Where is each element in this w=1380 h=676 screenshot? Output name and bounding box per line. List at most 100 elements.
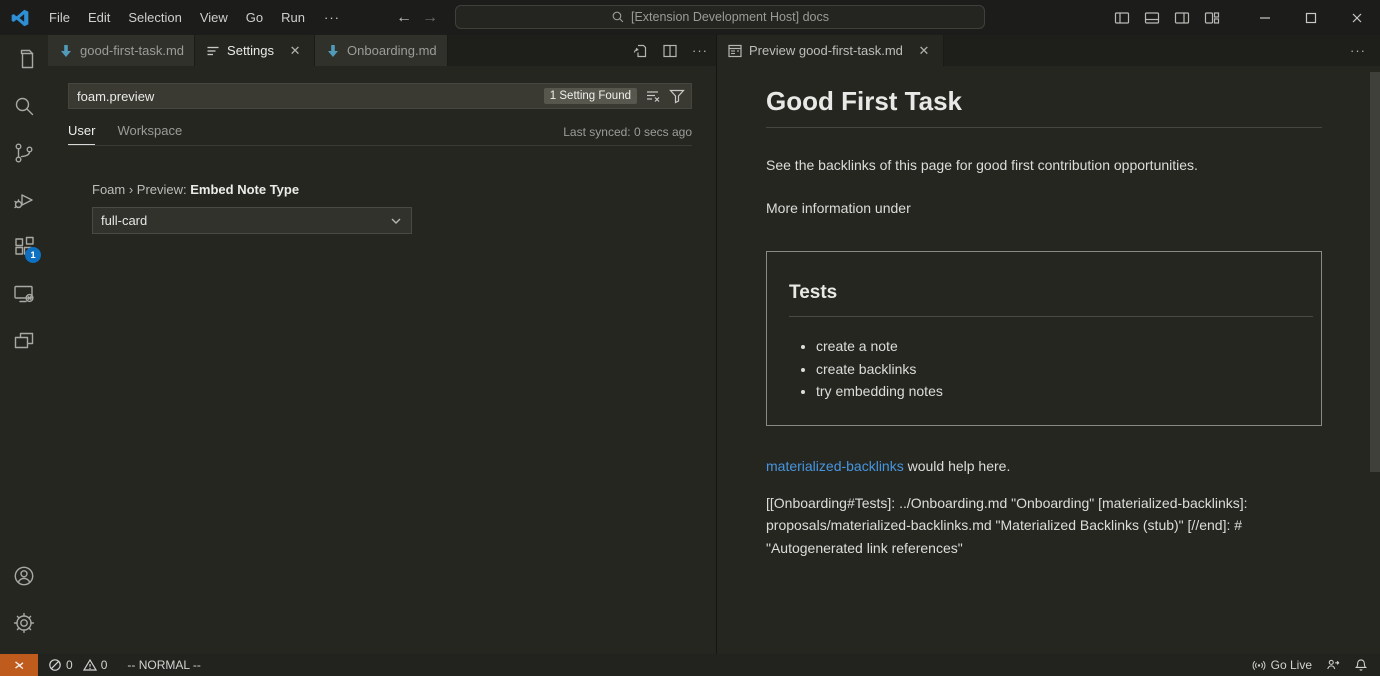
remote-indicator[interactable]: [0, 654, 38, 676]
editor-actions-right: ···: [1350, 35, 1366, 66]
tab-good-first-task[interactable]: good-first-task.md: [48, 35, 195, 66]
tab-strip-left: good-first-task.md Settings ✕ Onboarding…: [48, 35, 716, 66]
setting-item-embed-note-type: Foam › Preview: Embed Note Type full-car…: [68, 182, 716, 234]
tab-label: Settings: [227, 43, 274, 58]
manage-gear-icon[interactable]: [0, 599, 48, 646]
dropdown-value: full-card: [101, 213, 147, 228]
forward-arrow-icon[interactable]: →: [422, 9, 438, 27]
preview-heading: Good First Task: [766, 86, 1322, 128]
markdown-preview-icon: [727, 43, 743, 59]
search-icon: [611, 10, 625, 24]
editor-windows-icon[interactable]: [0, 317, 48, 364]
problems-warnings[interactable]: 0: [83, 658, 108, 672]
embed-note-type-dropdown[interactable]: full-card: [92, 207, 412, 234]
tab-preview-good-first-task[interactable]: Preview good-first-task.md ✕: [717, 35, 944, 66]
markdown-preview-pane[interactable]: Good First Task See the backlinks of thi…: [717, 66, 1380, 654]
menu-bar: File Edit Selection View Go Run ···: [40, 6, 350, 30]
feedback-person-icon: [1326, 658, 1340, 672]
menu-selection[interactable]: Selection: [119, 6, 190, 30]
history-navigation: ← →: [396, 0, 438, 35]
menu-go[interactable]: Go: [237, 6, 272, 30]
toggle-panel-icon[interactable]: [1144, 10, 1160, 26]
setting-title: Foam › Preview: Embed Note Type: [92, 182, 716, 197]
status-bar: 0 0 -- NORMAL -- Go Live: [0, 654, 1380, 676]
menu-edit[interactable]: Edit: [79, 6, 119, 30]
minimize-button[interactable]: [1242, 0, 1288, 35]
extensions-badge: 1: [25, 247, 41, 263]
settings-editor-icon: [205, 43, 221, 59]
extensions-icon[interactable]: 1: [0, 223, 48, 270]
explorer-icon[interactable]: [0, 35, 48, 82]
close-tab-icon[interactable]: ✕: [286, 42, 304, 60]
menu-overflow-button[interactable]: ···: [314, 10, 350, 25]
back-arrow-icon[interactable]: ←: [396, 9, 412, 27]
error-icon: [48, 658, 62, 672]
run-debug-icon[interactable]: [0, 176, 48, 223]
bell-icon: [1354, 658, 1368, 672]
last-synced-label: Last synced: 0 secs ago: [563, 125, 692, 145]
list-item: create backlinks: [816, 358, 1313, 381]
scope-tab-workspace[interactable]: Workspace: [117, 123, 182, 145]
clear-settings-search-icon[interactable]: [645, 88, 661, 104]
maximize-button[interactable]: [1288, 0, 1334, 35]
split-editor-icon[interactable]: [662, 43, 678, 59]
warning-icon: [83, 658, 97, 672]
remote-icon: [12, 658, 26, 672]
list-item: try embedding notes: [816, 380, 1313, 403]
more-actions-icon[interactable]: ···: [692, 43, 708, 58]
vscode-logo-icon: [10, 8, 30, 28]
window-controls: [1114, 0, 1380, 35]
source-control-icon[interactable]: [0, 129, 48, 176]
error-count: 0: [66, 658, 73, 672]
command-center-label: [Extension Development Host] docs: [631, 10, 829, 24]
tab-strip-right: Preview good-first-task.md ✕ ···: [717, 35, 1380, 66]
settings-found-badge: 1 Setting Found: [544, 88, 637, 104]
title-bar: File Edit Selection View Go Run ··· ← → …: [0, 0, 1380, 35]
customize-layout-icon[interactable]: [1204, 10, 1220, 26]
notifications-button[interactable]: [1354, 658, 1368, 672]
feedback-button[interactable]: [1326, 658, 1340, 672]
vscode-window: File Edit Selection View Go Run ··· ← → …: [0, 0, 1380, 676]
toggle-sidebar-icon[interactable]: [1114, 10, 1130, 26]
editor-group-right: Preview good-first-task.md ✕ ··· Good Fi…: [717, 35, 1380, 654]
editor-group-left: good-first-task.md Settings ✕ Onboarding…: [48, 35, 716, 654]
go-live-label: Go Live: [1271, 658, 1312, 672]
go-live-button[interactable]: Go Live: [1252, 658, 1312, 672]
markdown-file-icon: [325, 43, 341, 59]
settings-search-value: foam.preview: [77, 89, 544, 104]
materialized-backlinks-link[interactable]: materialized-backlinks: [766, 458, 904, 474]
preview-scrollbar-thumb[interactable]: [1370, 72, 1380, 472]
close-window-button[interactable]: [1334, 0, 1380, 35]
scope-tab-user[interactable]: User: [68, 123, 95, 145]
accounts-icon[interactable]: [0, 552, 48, 599]
embedded-note-card: Tests create a note create backlinks try…: [766, 251, 1322, 426]
menu-view[interactable]: View: [191, 6, 237, 30]
activity-bar: 1: [0, 35, 48, 654]
warning-count: 0: [101, 658, 108, 672]
preview-paragraph: See the backlinks of this page for good …: [766, 156, 1322, 175]
preview-link-paragraph: materialized-backlinks would help here.: [766, 457, 1322, 476]
command-center-search[interactable]: [Extension Development Host] docs: [455, 5, 985, 29]
editor-actions-left: ···: [632, 35, 708, 66]
broadcast-icon: [1252, 658, 1266, 672]
filter-funnel-icon[interactable]: [669, 88, 685, 104]
settings-search-input[interactable]: foam.preview 1 Setting Found: [68, 83, 692, 109]
tab-onboarding[interactable]: Onboarding.md: [315, 35, 448, 66]
chevron-down-icon: [389, 214, 403, 228]
problems-errors[interactable]: 0: [48, 658, 73, 672]
toggle-secondary-sidebar-icon[interactable]: [1174, 10, 1190, 26]
vim-mode-indicator[interactable]: -- NORMAL --: [127, 658, 201, 672]
tab-label: good-first-task.md: [80, 43, 184, 58]
tab-label: Onboarding.md: [347, 43, 437, 58]
more-actions-icon[interactable]: ···: [1350, 43, 1366, 58]
open-settings-json-icon[interactable]: [632, 43, 648, 59]
setting-name: Embed Note Type: [190, 182, 299, 197]
link-references-paragraph: [[Onboarding#Tests]: ../Onboarding.md "O…: [766, 492, 1322, 560]
remote-explorer-icon[interactable]: [0, 270, 48, 317]
menu-run[interactable]: Run: [272, 6, 314, 30]
menu-file[interactable]: File: [40, 6, 79, 30]
close-tab-icon[interactable]: ✕: [915, 42, 933, 60]
search-sidebar-icon[interactable]: [0, 82, 48, 129]
tab-settings[interactable]: Settings ✕: [195, 35, 315, 66]
preview-paragraph: More information under: [766, 199, 1322, 218]
